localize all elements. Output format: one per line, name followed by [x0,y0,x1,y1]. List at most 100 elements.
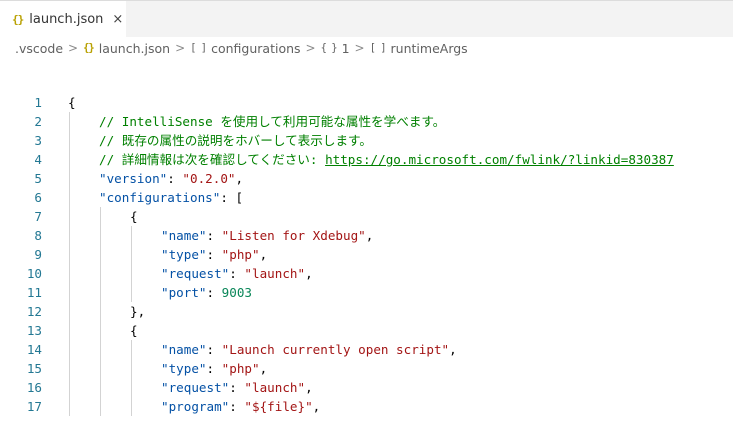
code-punctuation: { [68,95,76,110]
code-punctuation: : [206,342,222,357]
indent-guide [131,264,132,283]
indent-guide [69,169,70,188]
line-number: 5 [34,171,42,186]
code-line[interactable]: 10 "request": "launch", [0,264,733,283]
breadcrumb-item-configurations[interactable]: [ ] configurations [190,41,300,56]
tab-bar: {} launch.json × [0,0,733,38]
breadcrumb-item-index-1[interactable]: { } 1 [321,41,350,56]
code-key: "type" [161,247,207,262]
code-punctuation: : [ [220,190,244,205]
code-comment: // 詳細情報は次を確認してください: [99,152,326,167]
code-punctuation: , [305,380,313,395]
code-line[interactable]: 4 // 詳細情報は次を確認してください: https://go.microsof… [0,150,733,169]
breadcrumb-item-vscode[interactable]: .vscode [15,41,63,56]
code-punctuation: }, [130,304,146,319]
indent-guide [131,226,132,245]
indent-guide [100,378,101,397]
breadcrumb-item-launch-json[interactable]: {} launch.json [83,41,170,56]
line-number: 1 [34,95,42,110]
code-editor[interactable]: 1{2// IntelliSense を使用して利用可能な属性を学べます。 3//… [0,90,733,421]
code-content: "name": "Listen for Xdebug", [161,226,373,245]
tab-launch-json[interactable]: {} launch.json × [0,1,126,38]
code-line-partial [0,416,733,421]
line-number: 16 [26,380,42,395]
code-punctuation: : [229,266,245,281]
code-content: "port": 9003 [161,283,252,302]
code-punctuation: : [206,285,222,300]
code-line[interactable]: 9 "type": "php", [0,245,733,264]
code-punctuation: : [206,361,222,376]
indent-guide [69,188,70,207]
indent-guide [100,397,101,416]
code-line[interactable]: 8 "name": "Listen for Xdebug", [0,226,733,245]
indent-guide [131,283,132,302]
line-number: 15 [26,361,42,376]
code-punctuation: : [229,399,245,414]
code-line[interactable]: 6 "configurations": [ [0,188,733,207]
code-line[interactable]: 5 "version": "0.2.0", [0,169,733,188]
indent-guide [100,226,101,245]
indent-guide [131,397,132,416]
code-line[interactable]: 12}, [0,302,733,321]
code-key: "name" [161,342,207,357]
code-line[interactable]: 14 "name": "Launch currently open script"… [0,340,733,359]
code-link[interactable]: https://go.microsoft.com/fwlink/?linkid=… [325,152,674,167]
code-content: { [130,207,138,226]
code-line[interactable]: 17 "program": "${file}", [0,397,733,416]
code-punctuation: : [229,380,245,395]
indent-guide [131,245,132,264]
indent-guide [100,264,101,283]
code-line[interactable]: 2 // IntelliSense を使用して利用可能な属性を学べます。 [0,112,733,131]
line-number: 4 [34,152,42,167]
code-punctuation: , [259,361,268,376]
line-number: 17 [26,399,42,414]
code-line[interactable]: 7{ [0,207,733,226]
code-punctuation: , [365,228,374,243]
breadcrumb-label: 1 [341,40,350,56]
indent-guide [100,340,101,359]
code-content: "request": "launch", [161,378,313,397]
indent-guide [100,321,101,340]
code-string: "php" [221,247,260,262]
code-key: "request" [161,266,230,281]
code-key: "type" [161,361,207,376]
chevron-right-icon: > [68,41,79,55]
close-icon[interactable]: × [112,12,123,27]
code-key: "request" [161,380,230,395]
tab-label: launch.json [29,12,104,27]
code-content: "version": "0.2.0", [99,169,243,188]
code-line[interactable]: 16 "request": "launch", [0,378,733,397]
code-line[interactable]: 1{ [0,93,733,112]
code-line[interactable]: 3 // 既存の属性の説明をホバーして表示します。 [0,131,733,150]
code-content: "program": "${file}", [161,397,320,416]
json-file-icon: {} [12,13,24,26]
array-icon: [ ] [190,42,207,54]
code-line[interactable]: 11 "port": 9003 [0,283,733,302]
indent-guide [69,340,70,359]
indent-guide [131,359,132,378]
indent-guide [100,302,101,321]
code-line[interactable]: 15 "type": "php", [0,359,733,378]
code-key: "version" [99,171,168,186]
code-content: // 既存の属性の説明をホバーして表示します。 [99,131,372,150]
indent-guide [69,359,70,378]
code-string: "php" [221,361,260,376]
indent-guide [69,302,70,321]
breadcrumb-item-runtimeargs[interactable]: [ ] runtimeArgs [370,41,468,56]
code-content: "request": "launch", [161,264,313,283]
indent-guide [69,321,70,340]
code-string: "0.2.0" [182,171,236,186]
code-punctuation: : [206,228,222,243]
code-content: { [130,321,138,340]
line-number: 7 [34,209,42,224]
chevron-right-icon: > [305,41,316,55]
chevron-right-icon: > [354,41,365,55]
indent-guide [100,207,101,226]
json-file-icon: {} [83,42,95,54]
code-punctuation: , [449,342,457,357]
breadcrumb-label: configurations [211,40,301,56]
code-punctuation: { [130,323,138,338]
code-line[interactable]: 13 { [0,321,733,340]
indent-guide [69,264,70,283]
indent-guide [100,245,101,264]
